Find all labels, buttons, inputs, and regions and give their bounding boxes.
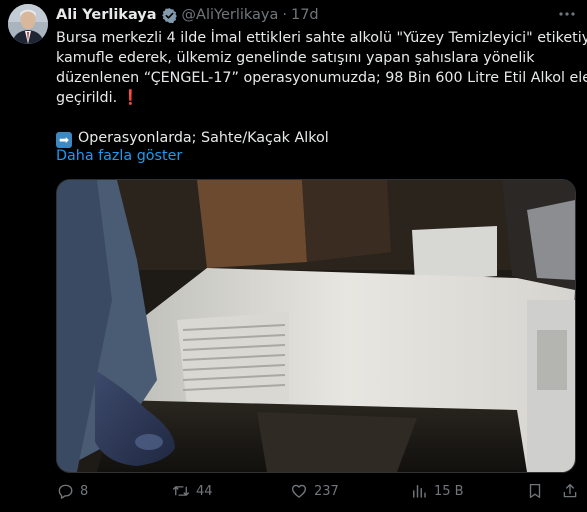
- link-line-text: Operasyonlarda; Sahte/Kaçak Alkol: [78, 130, 329, 146]
- like-count: 237: [314, 483, 339, 499]
- arrow-right-icon: ➡: [56, 132, 72, 148]
- avatar[interactable]: [8, 4, 48, 44]
- avatar-image: [8, 4, 48, 44]
- more-icon[interactable]: [557, 4, 577, 24]
- reply-icon: [58, 484, 73, 499]
- repost-button[interactable]: 44: [172, 482, 213, 500]
- reply-count: 8: [80, 483, 89, 499]
- author-name[interactable]: Ali Yerlikaya: [56, 7, 157, 23]
- author-handle[interactable]: @AliYerlikaya: [182, 7, 279, 23]
- tweet-line: Bursa merkezli 4 ilde İmal ettikleri sah…: [56, 30, 587, 46]
- like-button[interactable]: 237: [290, 482, 339, 500]
- timestamp[interactable]: 17d: [291, 7, 319, 23]
- share-icon: [563, 483, 577, 498]
- show-more-link[interactable]: Daha fazla göster: [56, 148, 182, 164]
- tweet-text: Bursa merkezli 4 ilde İmal ettikleri sah…: [56, 28, 587, 148]
- media-image: [57, 180, 575, 472]
- link-line: ➡ Operasyonlarda; Sahte/Kaçak Alkol: [56, 128, 581, 148]
- exclamation-icon: ❗: [121, 90, 140, 106]
- tweet-line-last: geçirildi. ❗: [56, 88, 581, 108]
- tweet-media[interactable]: [56, 179, 576, 473]
- reply-button[interactable]: 8: [56, 482, 88, 500]
- repost-icon: [172, 486, 190, 496]
- verified-badge-icon: [161, 7, 178, 24]
- tweet-line: kamufle ederek, ülkemiz genelinde satışı…: [56, 50, 535, 66]
- tweet[interactable]: Ali Yerlikaya @AliYerlikaya · 17d Bursa …: [0, 0, 587, 512]
- bookmark-button[interactable]: [526, 482, 544, 500]
- like-icon: [291, 484, 307, 498]
- tweet-line: düzenlenen “ÇENGEL-17” operasyonumuzda; …: [56, 70, 587, 86]
- separator-dot: ·: [282, 7, 287, 23]
- views-count: 15 B: [434, 483, 464, 499]
- views-button[interactable]: 15 B: [410, 482, 464, 500]
- repost-count: 44: [196, 483, 213, 499]
- share-button[interactable]: [561, 482, 579, 500]
- action-bar: 8 44 237 15 B: [56, 482, 581, 504]
- views-icon: [413, 485, 426, 498]
- tweet-header: Ali Yerlikaya @AliYerlikaya · 17d: [56, 5, 319, 25]
- tweet-line: geçirildi.: [56, 90, 118, 106]
- bookmark-icon: [529, 483, 541, 499]
